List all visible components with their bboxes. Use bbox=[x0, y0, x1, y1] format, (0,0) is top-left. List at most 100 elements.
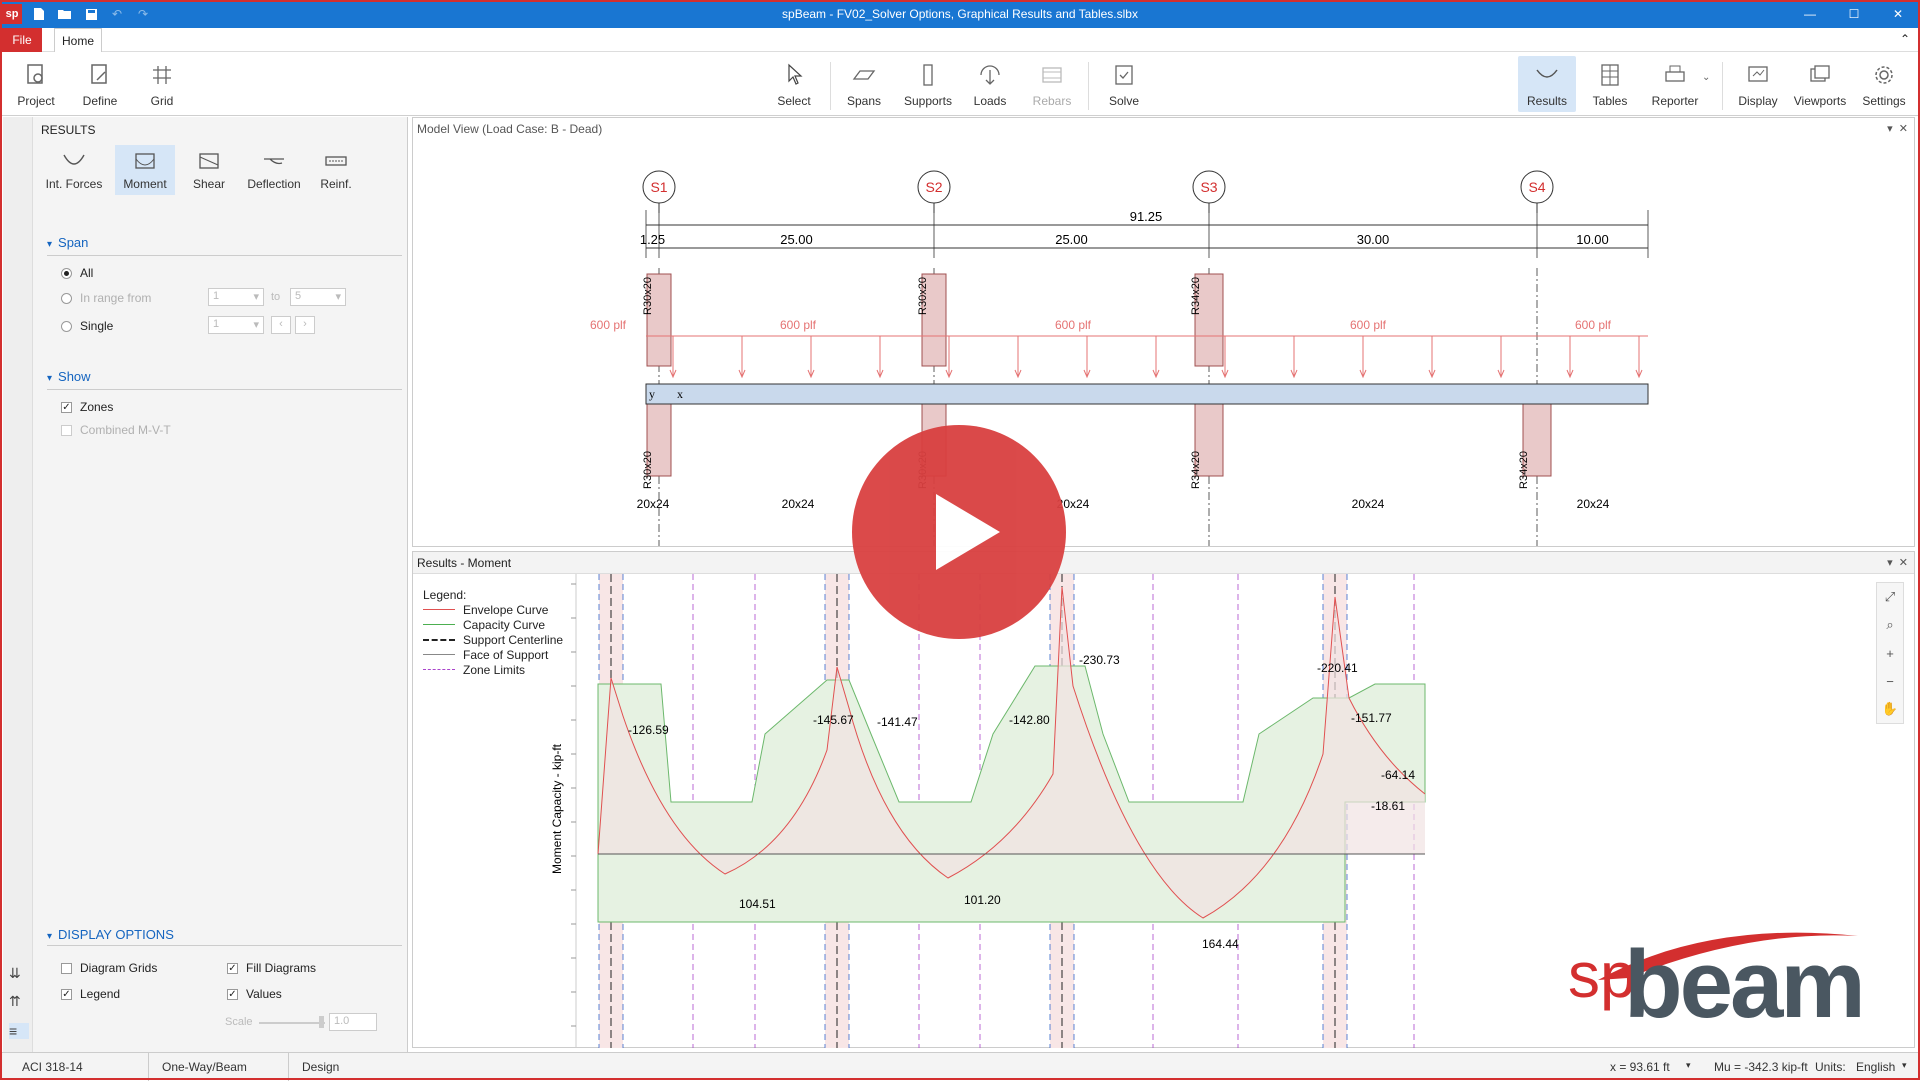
loads-button[interactable]: Loads bbox=[964, 56, 1016, 112]
reporter-button[interactable]: Reporter bbox=[1644, 56, 1706, 112]
diagram-grids-checkbox[interactable] bbox=[61, 962, 72, 974]
display-label: Display bbox=[1738, 94, 1778, 108]
fill-diagrams-option[interactable]: ✓ Fill Diagrams bbox=[227, 961, 316, 975]
define-icon bbox=[91, 64, 107, 84]
zoom-in-icon[interactable]: + bbox=[1877, 639, 1903, 667]
close-icon[interactable]: ✕ bbox=[1876, 0, 1920, 28]
fill-diagrams-checkbox[interactable]: ✓ bbox=[227, 962, 238, 974]
legend-item: Face of Support bbox=[423, 647, 563, 662]
zoom-window-icon[interactable]: ⌕ bbox=[1877, 611, 1903, 639]
collapse-all-icon[interactable]: ⇈ bbox=[9, 993, 29, 1010]
legend-label: Zone Limits bbox=[463, 662, 526, 677]
values-option[interactable]: ✓ Values bbox=[227, 987, 282, 1001]
status-x-dropdown-icon[interactable]: ▾ bbox=[1686, 1060, 1691, 1071]
combined-checkbox[interactable] bbox=[61, 424, 72, 436]
show-section-header[interactable]: ▾ Show bbox=[47, 369, 91, 384]
display-options-header[interactable]: ▾ DISPLAY OPTIONS bbox=[47, 927, 174, 942]
reinf-button[interactable]: Reinf. bbox=[309, 145, 363, 195]
results-panel: RESULTS Int. Forces Moment Shear Deflect… bbox=[3, 117, 408, 1052]
span-single-option[interactable]: Single bbox=[61, 319, 113, 333]
project-button[interactable]: Project bbox=[12, 56, 60, 112]
scale-slider[interactable] bbox=[259, 1022, 325, 1024]
y-axis-label: Moment Capacity - kip-ft bbox=[550, 743, 564, 874]
moment-button[interactable]: Moment bbox=[115, 145, 175, 195]
scale-input[interactable]: 1.0 bbox=[329, 1013, 377, 1031]
collapse-ribbon-icon[interactable]: ⌃ bbox=[1900, 32, 1910, 46]
divider bbox=[47, 389, 402, 390]
tab-home[interactable]: Home bbox=[54, 28, 102, 52]
reinf-label: Reinf. bbox=[320, 177, 352, 191]
display-button[interactable]: Display bbox=[1732, 56, 1784, 112]
radio-range[interactable] bbox=[61, 292, 72, 304]
shear-icon bbox=[199, 153, 219, 169]
tables-button[interactable]: Tables bbox=[1584, 56, 1636, 112]
span-all-option[interactable]: All bbox=[61, 266, 93, 280]
beam-section-label: 20x24 bbox=[782, 497, 815, 511]
span-range-option[interactable]: In range from bbox=[61, 291, 151, 305]
rebars-button[interactable]: Rebars bbox=[1026, 56, 1078, 112]
settings-button[interactable]: Settings bbox=[1856, 56, 1912, 112]
select-button[interactable]: Select bbox=[770, 56, 818, 112]
zoom-out-icon[interactable]: − bbox=[1877, 667, 1903, 695]
beam-section-label: 20x24 bbox=[637, 497, 670, 511]
radio-all[interactable] bbox=[61, 267, 72, 279]
maximize-icon[interactable]: ☐ bbox=[1832, 0, 1876, 28]
span-length-label: 25.00 bbox=[780, 232, 813, 247]
zoom-extents-icon[interactable]: ⤢ bbox=[1877, 583, 1903, 611]
single-span-dropdown[interactable]: 1 ▾ bbox=[208, 316, 264, 334]
viewports-button[interactable]: Viewports bbox=[1790, 56, 1850, 112]
grid-button[interactable]: Grid bbox=[138, 56, 186, 112]
results-button[interactable]: Results bbox=[1518, 56, 1576, 112]
range-to-dropdown[interactable]: 5 ▾ bbox=[290, 288, 346, 306]
next-span-icon[interactable]: › bbox=[295, 316, 315, 334]
combined-option[interactable]: Combined M-V-T bbox=[61, 423, 171, 437]
result-type-toolbar: Int. Forces Moment Shear Deflection Rein… bbox=[37, 145, 367, 197]
supports-button[interactable]: Supports bbox=[898, 56, 958, 112]
range-from-dropdown[interactable]: 1 ▾ bbox=[208, 288, 264, 306]
units-dropdown-icon[interactable]: ▾ bbox=[1902, 1060, 1907, 1071]
menu-icon[interactable]: ≡ bbox=[9, 1023, 29, 1039]
panel-header: RESULTS bbox=[41, 123, 96, 137]
zones-checkbox[interactable]: ✓ bbox=[61, 401, 72, 413]
load-label: 600 plf bbox=[1575, 318, 1612, 332]
radio-single[interactable] bbox=[61, 320, 72, 332]
column-bottom-label: R34x20 bbox=[1518, 451, 1530, 489]
solve-button[interactable]: Solve bbox=[1100, 56, 1148, 112]
results-view-controls[interactable]: ▾ ✕ bbox=[1887, 556, 1908, 569]
span-single-label: Single bbox=[80, 319, 114, 333]
scale-slider-thumb[interactable] bbox=[319, 1016, 324, 1028]
ribbon-separator bbox=[1088, 62, 1089, 110]
view-tools: ⤢ ⌕ + − ✋ bbox=[1876, 582, 1904, 724]
legend-swatch bbox=[423, 638, 455, 641]
legend-checkbox[interactable]: ✓ bbox=[61, 988, 72, 1000]
values-checkbox[interactable]: ✓ bbox=[227, 988, 238, 1000]
solve-label: Solve bbox=[1108, 94, 1140, 108]
shear-button[interactable]: Shear bbox=[179, 145, 239, 195]
legend-title: Legend: bbox=[423, 588, 467, 602]
spans-button[interactable]: Spans bbox=[838, 56, 890, 112]
diagram-grids-option[interactable]: Diagram Grids bbox=[61, 961, 157, 975]
span-section-header[interactable]: ▾ Span bbox=[47, 235, 88, 250]
int-forces-button[interactable]: Int. Forces bbox=[37, 145, 111, 195]
video-play-button[interactable] bbox=[852, 425, 1066, 639]
project-icon bbox=[27, 64, 43, 84]
minimize-icon[interactable]: — bbox=[1788, 0, 1832, 28]
pan-hand-icon[interactable]: ✋ bbox=[1877, 695, 1903, 723]
deflection-button[interactable]: Deflection bbox=[243, 145, 305, 195]
span-length-label: 1.25 bbox=[640, 232, 665, 247]
define-button[interactable]: Define bbox=[76, 56, 124, 112]
total-length-label: 91.25 bbox=[1130, 209, 1163, 224]
logo-beam: beam bbox=[1624, 931, 1866, 1038]
gear-icon bbox=[1875, 66, 1893, 84]
units-value[interactable]: English bbox=[1856, 1060, 1895, 1074]
reporter-label: Reporter bbox=[1651, 94, 1699, 108]
reporter-dropdown-icon[interactable]: ⌄ bbox=[1702, 72, 1710, 83]
shear-label: Shear bbox=[192, 177, 226, 191]
expand-all-icon[interactable]: ⇊ bbox=[9, 965, 29, 982]
range-from-value: 1 bbox=[213, 290, 220, 302]
zones-option[interactable]: ✓ Zones bbox=[61, 400, 113, 414]
prev-span-icon[interactable]: ‹ bbox=[271, 316, 291, 334]
moment-value-label: -126.59 bbox=[628, 723, 669, 737]
legend-option[interactable]: ✓ Legend bbox=[61, 987, 120, 1001]
tab-file[interactable]: File bbox=[2, 28, 42, 52]
